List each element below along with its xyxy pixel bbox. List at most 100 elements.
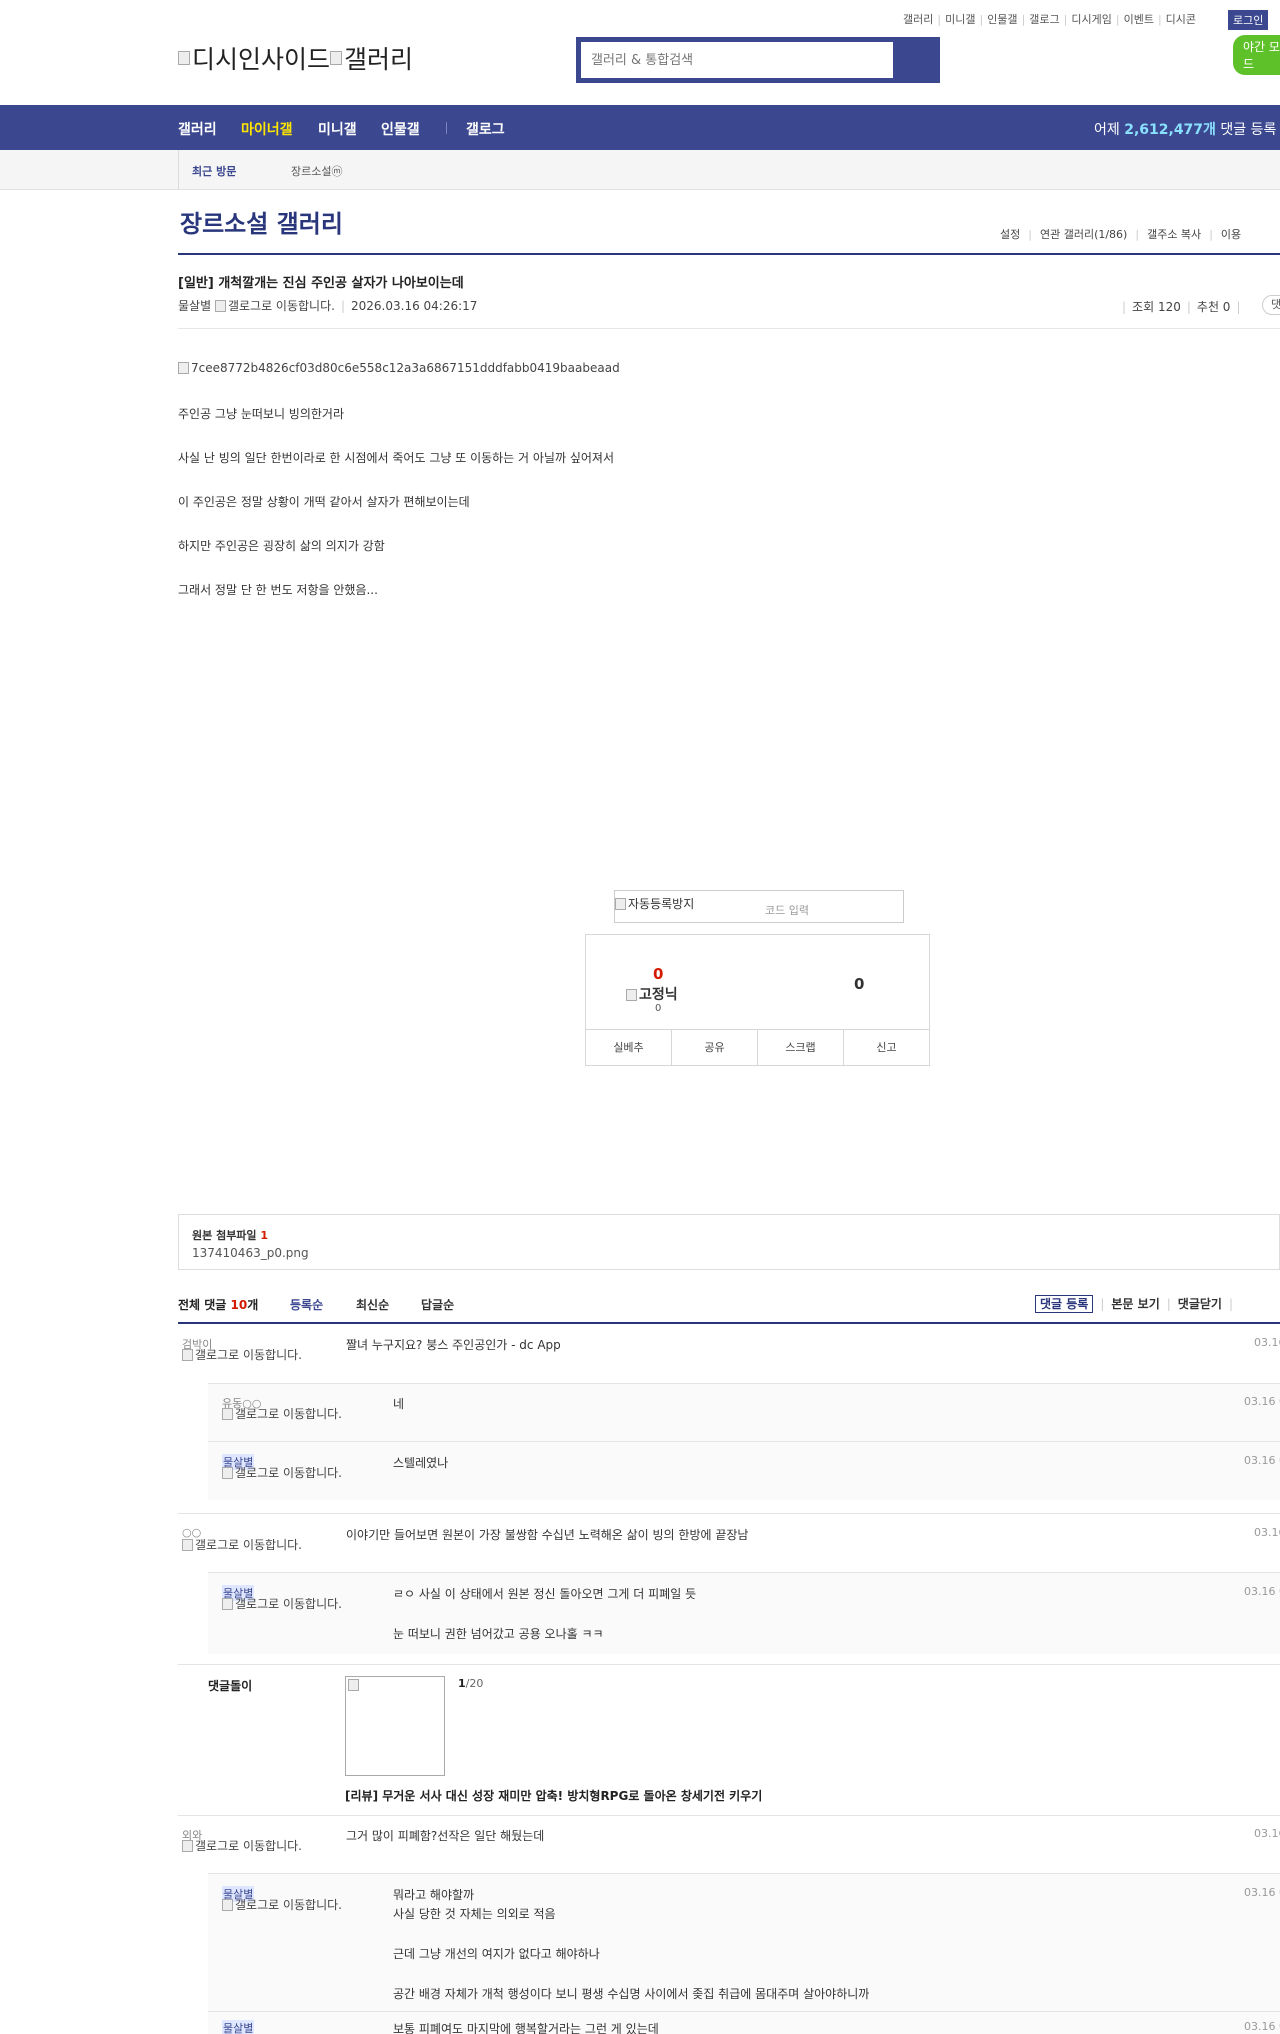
report-button[interactable]: 신고 [844, 1030, 929, 1065]
post-image[interactable]: 7cee8772b4826cf03d80c6e558c12a3a6867151d… [178, 361, 620, 375]
attachment-box: 원본 첨부파일 1 137410463_p0.png [178, 1214, 1280, 1270]
search-button[interactable] [893, 40, 937, 80]
gallery-title[interactable]: 장르소설 갤러리 [180, 204, 343, 239]
comment-text: 짤녀 누구지요? 붕스 주인공인가 - dc App [346, 1338, 561, 1352]
comment-bot-title[interactable]: [리뷰] 무거운 서사 대신 성장 재미만 압축! 방치형RPG로 돌아온 창세… [345, 1787, 762, 1804]
vote-box: 0 고정닉 0 0 실베추 공유 스크랩 신고 [585, 934, 930, 1066]
post-stats: | 조회 120 | 추천 0 | [1122, 300, 1241, 314]
attachment-file-link[interactable]: 137410463_p0.png [192, 1246, 309, 1260]
comment-text: 스텔레였나 [393, 1456, 449, 1470]
logo-alt-text: 디시인사이드 [192, 45, 331, 74]
gallery-settings-link[interactable]: 설정 [1000, 228, 1020, 241]
nav-gallery[interactable]: 갤러리 [178, 119, 217, 139]
broken-image-icon [182, 1840, 193, 1852]
close-comments-button[interactable]: 댓글닫기 [1178, 1297, 1222, 1311]
util-link-dccon[interactable]: 디시콘 [1166, 13, 1196, 26]
post-views: 조회 120 [1132, 300, 1181, 314]
broken-image-icon [222, 1408, 233, 1420]
broken-image-icon [182, 1539, 193, 1551]
post-comment-jump-button[interactable]: 댓 [1262, 295, 1280, 315]
site-logo[interactable]: 디시인사이드 갤러리 [178, 40, 413, 76]
comment-date: 03.16 0 [1244, 1395, 1280, 1408]
comment-text: 보통 피폐여도 마지막에 행복할거라는 그런 게 있는데 [393, 2022, 659, 2034]
night-mode-button[interactable]: 야간 모드 [1233, 35, 1280, 75]
comment-date: 03.16 0 [1244, 1454, 1280, 1467]
comment-date: 03.16 [1254, 1336, 1280, 1349]
comment-text: 뭐라고 해야할까 [393, 1888, 475, 1902]
comment-divider [178, 1513, 1280, 1514]
comment-divider [178, 1322, 1280, 1324]
comment-total: 전체 댓글 10개 [178, 1298, 259, 1312]
recent-gallery-link[interactable]: 장르소설ⓜ [291, 163, 342, 179]
post-paragraph: 하지만 주인공은 굉장히 삶의 의지가 강함 [178, 539, 385, 553]
not-recommend-count[interactable]: 0 [854, 975, 864, 993]
share-button[interactable]: 공유 [672, 1030, 758, 1065]
comment-text: 근데 그냥 개선의 여지가 없다고 해야하나 [393, 1947, 600, 1961]
comment-text: 네 [393, 1397, 405, 1411]
reply-divider [208, 1441, 1280, 1442]
gallog-link[interactable]: 갤로그로 이동합니다. [222, 1899, 362, 1911]
gallog-link[interactable]: 갤로그로 이동합니다. [228, 299, 335, 313]
util-link-gallog[interactable]: 갤로그 [1029, 13, 1059, 26]
nav-minor-gallery[interactable]: 마이너갤 [241, 119, 293, 139]
broken-image-icon [178, 51, 190, 65]
sort-by-latest[interactable]: 최신순 [356, 1296, 389, 1313]
comment-date: 03.16 [1254, 1827, 1280, 1840]
comment-bot-image[interactable] [345, 1676, 445, 1776]
comment-text: 공간 배경 자체가 개척 행성이다 보니 평생 수십명 사이에서 좆집 취급에 … [393, 1987, 870, 2001]
captcha-input[interactable]: 코드 입력 [765, 902, 809, 918]
util-link-dcgame[interactable]: 디시게임 [1071, 13, 1111, 26]
gallog-link[interactable]: 갤로그로 이동합니다. [182, 1539, 322, 1551]
recommend-count[interactable]: 0 [653, 965, 663, 983]
broken-image-icon [182, 1349, 193, 1361]
util-link-event[interactable]: 이벤트 [1124, 13, 1154, 26]
post-paragraph: 그래서 정말 단 한 번도 저항을 안했음... [178, 583, 378, 597]
sort-by-reply[interactable]: 답글순 [421, 1296, 454, 1313]
comment-text: 이야기만 들어보면 원본이 가장 불쌍함 수십년 노력해온 삶이 빙의 한방에 … [346, 1528, 749, 1542]
view-body-button[interactable]: 본문 보기 [1111, 1297, 1159, 1311]
gallog-link[interactable]: 갤로그로 이동합니다. [222, 1408, 362, 1420]
nav-mini-gallery[interactable]: 미니갤 [318, 119, 357, 139]
broken-image-icon [330, 51, 343, 65]
main-nav: 갤러리 마이너갤 미니갤 인물갤 갤로그 어제 2,612,477개 댓글 등록 [0, 105, 1280, 150]
scrap-button[interactable]: 스크랩 [758, 1030, 844, 1065]
silbe-recommend-button[interactable]: 실베추 [586, 1030, 672, 1065]
comment-date: 03.16 0 [1244, 1886, 1280, 1899]
search-input[interactable] [579, 40, 893, 80]
sort-by-register[interactable]: 등록순 [290, 1296, 323, 1313]
gallog-link[interactable]: 갤로그로 이동합니다. [182, 1840, 322, 1852]
post-paragraph: 이 주인공은 정말 상황이 개떡 같아서 살자가 편해보이는데 [178, 495, 470, 509]
comment-stat-value: 2,612,477개 [1124, 122, 1216, 138]
post-paragraph: 주인공 그냥 눈떠보니 빙의한거라 [178, 407, 345, 421]
post-date: 2026.03.16 04:26:17 [351, 299, 478, 313]
recent-visit-label[interactable]: 최근 방문 [192, 163, 236, 179]
captcha-image: 자동등록방지 [615, 895, 694, 912]
vote-actions: 실베추 공유 스크랩 신고 [586, 1029, 929, 1065]
post-author[interactable]: 물살별 [178, 299, 211, 313]
logo-alt-text-2: 갤러리 [344, 45, 414, 74]
nav-divider [446, 122, 447, 134]
post-meta: 물살별 갤로그로 이동합니다. | 2026.03.16 04:26:17 [178, 299, 478, 313]
gallog-link[interactable]: 갤로그로 이동합니다. [182, 1349, 322, 1361]
comment-text: 눈 떠보니 권한 넘어갔고 공용 오나홀 ㅋㅋ [393, 1627, 604, 1641]
copy-address-link[interactable]: 갤주소 복사 [1147, 228, 1201, 241]
broken-image-icon [222, 1598, 233, 1610]
comment-stat: 어제 2,612,477개 댓글 등록 [1094, 122, 1277, 138]
usage-link[interactable]: 이용 [1221, 228, 1241, 241]
top-util-links: 갤러리 | 미니갤 | 인물갤 | 갤로그 | 디시게임 | 이벤트 | 디시콘 [903, 13, 1197, 26]
util-link-persongal[interactable]: 인물갤 [987, 13, 1017, 26]
nav-person-gallery[interactable]: 인물갤 [381, 119, 420, 139]
nav-gallog[interactable]: 갤로그 [466, 119, 505, 139]
comment-register-button[interactable]: 댓글 등록 [1035, 1295, 1094, 1313]
gallery-links: 설정 | 연관 갤러리(1/86) | 갤주소 복사 | 이용 [1000, 228, 1242, 241]
related-gallery-link[interactable]: 연관 갤러리(1/86) [1040, 228, 1127, 241]
gallog-link[interactable]: 갤로그로 이동합니다. [222, 1467, 362, 1479]
login-button[interactable]: 로그인 [1228, 10, 1269, 30]
util-link-gallery[interactable]: 갤러리 [903, 13, 933, 26]
comment-nick[interactable]: 물살별 [222, 2020, 255, 2034]
broken-image-icon [615, 898, 626, 910]
comment-text: ㄹㅇ 사실 이 상태에서 원본 정신 돌아오면 그게 더 피폐일 듯 [393, 1587, 697, 1601]
util-link-minigal[interactable]: 미니갤 [945, 13, 975, 26]
reply-list [208, 1873, 1280, 2034]
gallog-link[interactable]: 갤로그로 이동합니다. [222, 1598, 362, 1610]
